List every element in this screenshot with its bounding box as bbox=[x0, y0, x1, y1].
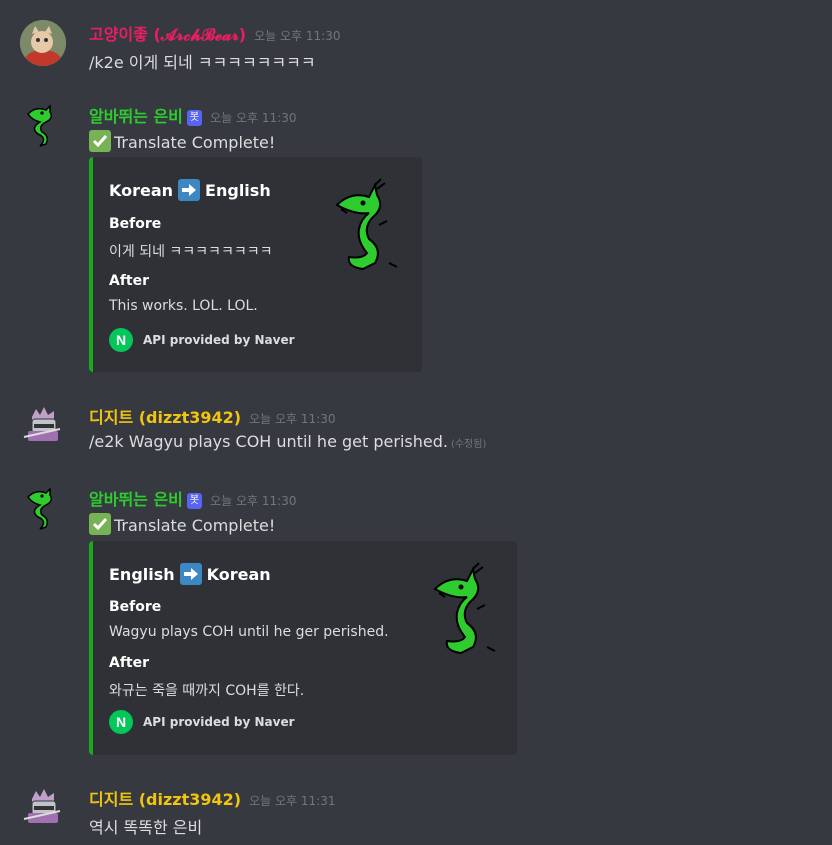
before-text: Wagyu plays COH until he ger perished. bbox=[109, 624, 389, 640]
to-language: English bbox=[205, 180, 271, 200]
embed-footer: N API provided by Naver bbox=[109, 328, 295, 352]
right-arrow-icon bbox=[179, 563, 202, 585]
username[interactable]: 디지트 (dizzt3942) bbox=[89, 786, 241, 810]
avatar[interactable] bbox=[20, 20, 66, 66]
avatar[interactable] bbox=[20, 785, 66, 831]
after-text: This works. LOL. LOL. bbox=[109, 298, 258, 314]
message-header: 알바뛰는 은비 봇 오늘 오후 11:30 bbox=[89, 486, 296, 511]
bot-tag: 봇 bbox=[186, 110, 203, 126]
naver-icon: N bbox=[109, 328, 133, 352]
message-text: Translate Complete! bbox=[114, 516, 276, 535]
after-label: After bbox=[109, 655, 150, 671]
green-dragon-icon bbox=[433, 562, 496, 655]
bot-tag: 봇 bbox=[186, 493, 203, 509]
edited-label: (수정됨) bbox=[450, 439, 487, 450]
check-mark-icon bbox=[89, 513, 111, 535]
check-mark-icon bbox=[89, 130, 111, 152]
timestamp: 오늘 오후 11:30 bbox=[249, 412, 336, 426]
username[interactable]: 알바뛰는 은비 bbox=[89, 103, 183, 127]
cat-avatar-icon bbox=[20, 20, 66, 66]
message-text: /e2k Wagyu plays COH until he get perish… bbox=[89, 432, 448, 451]
message-text: 역시 똑똑한 은비 bbox=[89, 818, 203, 837]
message-header: 디지트 (dizzt3942) 오늘 오후 11:31 bbox=[89, 786, 335, 810]
green-dragon-icon bbox=[335, 178, 398, 271]
knight-avatar-icon bbox=[23, 407, 61, 441]
embed-title: English Korean bbox=[109, 563, 271, 585]
avatar[interactable] bbox=[20, 102, 66, 148]
embed-thumbnail[interactable] bbox=[329, 177, 409, 273]
message: 알바뛰는 은비 봇 오늘 오후 11:30 Translate Complete… bbox=[0, 102, 832, 374]
message-text-row: /e2k Wagyu plays COH until he get perish… bbox=[89, 432, 486, 451]
before-label: Before bbox=[109, 599, 162, 615]
green-dragon-avatar-icon bbox=[27, 104, 53, 147]
message-header: 고양이좋 (𝓐𝓻𝓬𝓱𝓑𝓮𝓪𝓻) 오늘 오후 11:30 bbox=[89, 21, 341, 45]
username[interactable]: 고양이좋 (𝓐𝓻𝓬𝓱𝓑𝓮𝓪𝓻) bbox=[89, 21, 246, 45]
message-header: 알바뛰는 은비 봇 오늘 오후 11:30 bbox=[89, 103, 296, 128]
message-header: 디지트 (dizzt3942) 오늘 오후 11:30 bbox=[89, 404, 335, 428]
message: 디지트 (dizzt3942) 오늘 오후 11:31 역시 똑똑한 은비 bbox=[0, 785, 832, 837]
timestamp: 오늘 오후 11:30 bbox=[210, 111, 297, 125]
after-label: After bbox=[109, 273, 150, 289]
message-text: /k2e 이게 되네 ㅋㅋㅋㅋㅋㅋㅋㅋ bbox=[89, 53, 316, 72]
username[interactable]: 디지트 (dizzt3942) bbox=[89, 404, 241, 428]
to-language: Korean bbox=[206, 564, 271, 584]
translation-embed: Korean English Before 이게 되네 ㅋㅋㅋㅋㅋㅋㅋㅋ Aft… bbox=[89, 157, 422, 372]
message: 알바뛰는 은비 봇 오늘 오후 11:30 Translate Complete… bbox=[0, 485, 832, 757]
timestamp: 오늘 오후 11:30 bbox=[254, 29, 341, 43]
timestamp: 오늘 오후 11:30 bbox=[210, 494, 297, 508]
avatar[interactable] bbox=[20, 403, 66, 449]
message-text-row: Translate Complete! bbox=[89, 130, 275, 152]
from-language: English bbox=[109, 564, 175, 584]
naver-icon: N bbox=[109, 710, 133, 734]
embed-footer: N API provided by Naver bbox=[109, 710, 295, 734]
embed-title: Korean English bbox=[109, 179, 271, 201]
before-label: Before bbox=[109, 216, 162, 232]
green-dragon-avatar-icon bbox=[27, 487, 53, 530]
before-text: 이게 되네 ㅋㅋㅋㅋㅋㅋㅋㅋ bbox=[109, 244, 273, 260]
knight-avatar-icon bbox=[23, 789, 61, 823]
message-text-row: Translate Complete! bbox=[89, 513, 275, 535]
timestamp: 오늘 오후 11:31 bbox=[249, 794, 336, 808]
translation-embed: English Korean Before Wagyu plays COH un… bbox=[89, 541, 517, 755]
embed-thumbnail[interactable] bbox=[427, 561, 507, 657]
footer-text: API provided by Naver bbox=[143, 333, 295, 347]
right-arrow-icon bbox=[178, 179, 201, 201]
avatar[interactable] bbox=[20, 485, 66, 531]
message-text: Translate Complete! bbox=[114, 133, 276, 152]
after-text: 와규는 죽을 때까지 COH를 한다. bbox=[109, 683, 305, 699]
footer-text: API provided by Naver bbox=[143, 715, 295, 729]
from-language: Korean bbox=[109, 180, 174, 200]
message: 디지트 (dizzt3942) 오늘 오후 11:30 /e2k Wagyu p… bbox=[0, 403, 832, 453]
message: 고양이좋 (𝓐𝓻𝓬𝓱𝓑𝓮𝓪𝓻) 오늘 오후 11:30 /k2e 이게 되네 ㅋ… bbox=[0, 20, 832, 72]
username[interactable]: 알바뛰는 은비 bbox=[89, 486, 183, 510]
